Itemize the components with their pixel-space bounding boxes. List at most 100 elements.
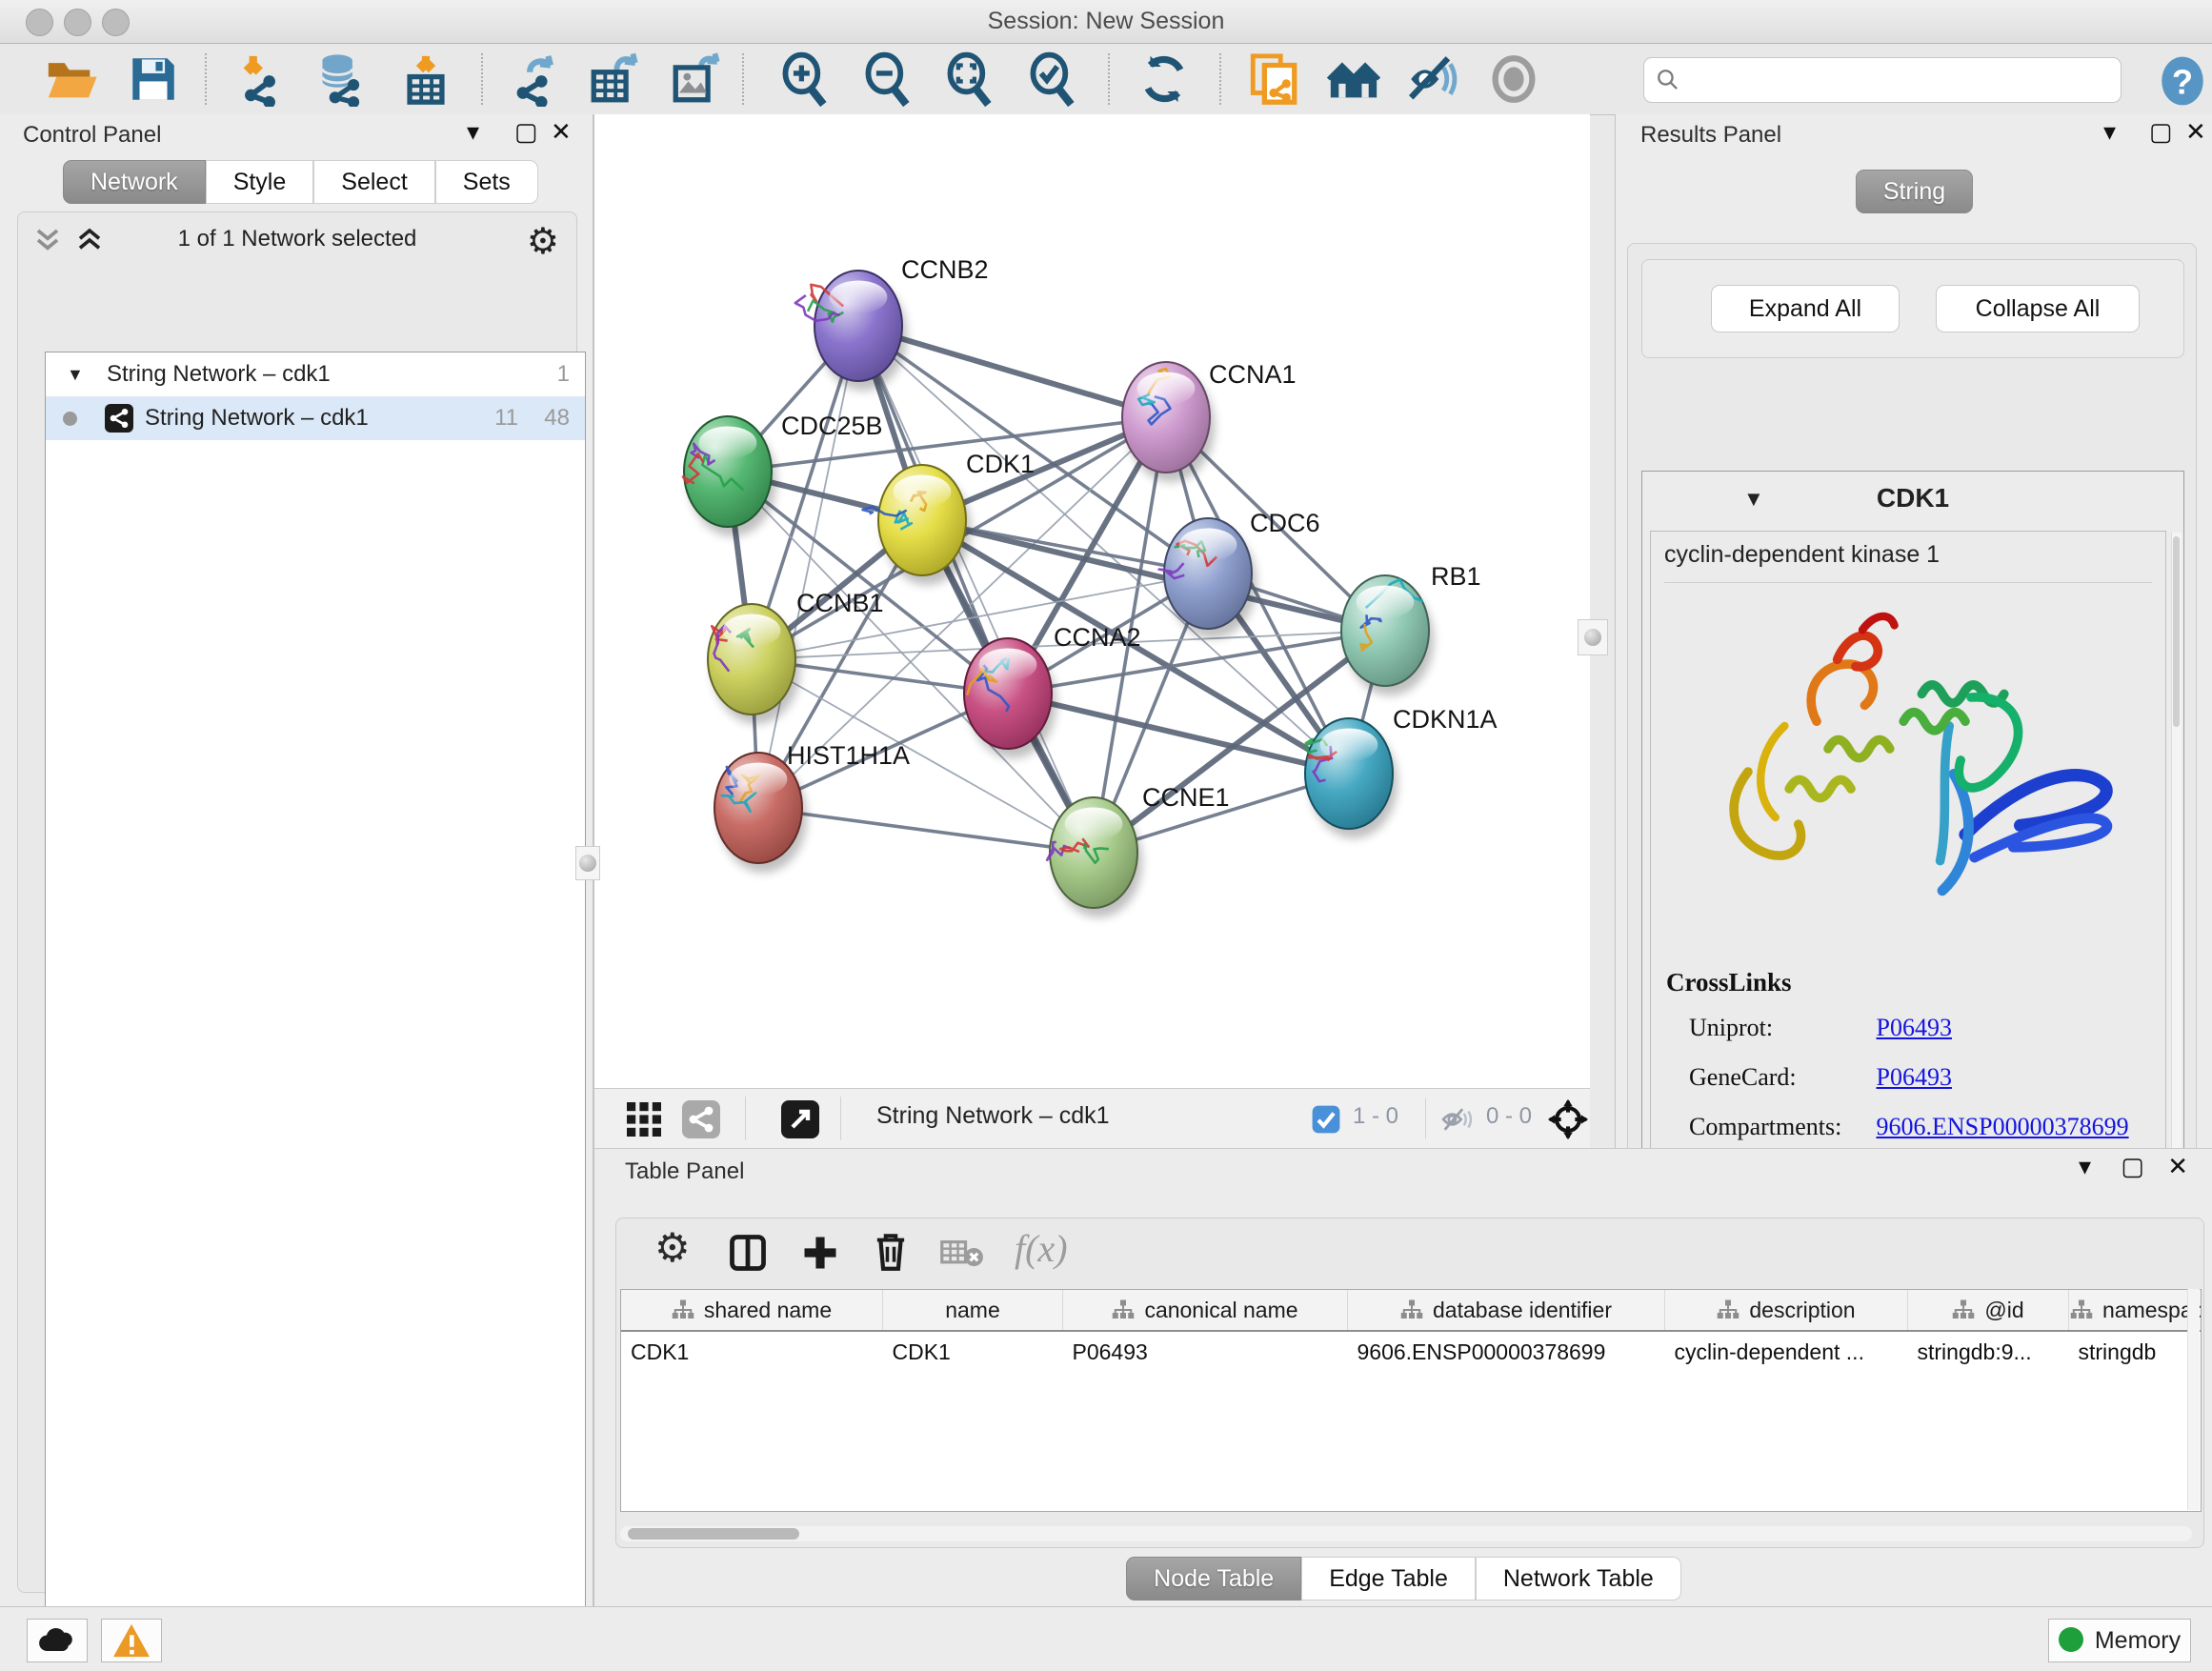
open-session-icon[interactable] [44, 51, 99, 107]
hidden-eye-icon[interactable] [1440, 1104, 1473, 1135]
tab-edge-table[interactable]: Edge Table [1301, 1557, 1476, 1601]
selected-checkbox-icon[interactable] [1311, 1104, 1341, 1135]
import-network-file-icon[interactable] [232, 51, 288, 107]
network-graph[interactable]: CCNB2CCNA1CDC25BCDK1CDC6RB1CCNB1CCNA2CDK… [594, 114, 1590, 1088]
table-cell[interactable]: CDK1 [883, 1331, 1063, 1372]
string-home-icon[interactable] [1326, 51, 1381, 107]
results-panel-float-icon[interactable]: ▾ [2103, 114, 2116, 149]
export-network-icon[interactable] [507, 51, 562, 107]
tab-network[interactable]: Network [63, 160, 206, 204]
network-row-selected[interactable]: String Network – cdk1 11 48 [46, 396, 585, 440]
column-header-description[interactable]: description [1665, 1290, 1908, 1331]
zoom-selected-icon[interactable] [1025, 51, 1080, 107]
warning-icon [111, 1622, 151, 1659]
table-panel-maximize-icon[interactable]: ▢ [2121, 1149, 2144, 1183]
memory-button[interactable]: Memory [2048, 1619, 2191, 1662]
network-canvas[interactable]: CCNB2CCNA1CDC25BCDK1CDC6RB1CCNB1CCNA2CDK… [593, 114, 1590, 1088]
cloud-status-button[interactable] [27, 1619, 88, 1662]
network-node-CDKN1A[interactable] [1305, 718, 1398, 838]
results-scrollbar[interactable] [2171, 533, 2182, 1228]
cloud-icon [35, 1625, 77, 1656]
zoom-fit-icon[interactable] [942, 51, 997, 107]
import-network-database-icon[interactable] [314, 51, 370, 107]
crosslink-uniprot[interactable]: P06493 [1877, 1014, 1952, 1041]
node-table[interactable]: shared namenamecanonical namedatabase id… [621, 1290, 2202, 1372]
table-panel-close-icon[interactable]: ✕ [2167, 1149, 2188, 1183]
expand-collapse-bar: Expand All Collapse All [1641, 259, 2184, 358]
table-gear-icon[interactable]: ⚙ [654, 1224, 691, 1271]
network-list-gear-icon[interactable]: ⚙ [527, 220, 559, 263]
table-row[interactable]: CDK1CDK1P064939606.ENSP00000378699cyclin… [621, 1331, 2202, 1372]
results-panel-close-icon[interactable]: ✕ [2185, 114, 2206, 149]
column-header-canonical-name[interactable]: canonical name [1063, 1290, 1348, 1331]
column-header-shared-name[interactable]: shared name [621, 1290, 883, 1331]
show-columns-icon[interactable] [727, 1232, 769, 1274]
results-panel-maximize-icon[interactable]: ▢ [2149, 114, 2173, 149]
tab-network-table[interactable]: Network Table [1476, 1557, 1681, 1601]
delete-table-icon[interactable] [940, 1238, 984, 1270]
export-image-icon[interactable] [669, 51, 724, 107]
table-cell[interactable]: stringdb [2069, 1331, 2202, 1372]
zoom-in-icon[interactable] [777, 51, 833, 107]
network-node-HIST1H1A[interactable] [714, 753, 807, 873]
search-input[interactable] [1688, 62, 2111, 98]
crosslink-genecard[interactable]: P06493 [1877, 1063, 1952, 1091]
table-cell[interactable]: P06493 [1063, 1331, 1348, 1372]
crosslink-compartments[interactable]: 9606.ENSP00000378699 [1877, 1113, 2129, 1140]
table-cell[interactable]: CDK1 [621, 1331, 883, 1372]
network-node-CCNE1[interactable] [1047, 797, 1142, 917]
network-node-CCNB1[interactable] [708, 604, 800, 724]
network-node-RB1[interactable] [1341, 575, 1434, 695]
control-panel-close-icon[interactable]: ✕ [551, 114, 572, 149]
tab-string-results[interactable]: String [1856, 170, 1973, 213]
refresh-icon[interactable] [1136, 51, 1192, 107]
export-table-icon[interactable] [587, 51, 642, 107]
zoom-out-icon[interactable] [860, 51, 915, 107]
network-edge-HIST1H1A-CCNE1[interactable] [758, 808, 1094, 853]
string-panel-icon[interactable] [682, 1100, 720, 1138]
network-collection-row[interactable]: ▼ String Network – cdk1 1 [46, 352, 585, 396]
control-panel-float-icon[interactable]: ▾ [467, 114, 479, 149]
collapse-all-button[interactable]: Collapse All [1936, 285, 2140, 332]
column-header-namespace[interactable]: namespace [2069, 1290, 2202, 1331]
network-node-CCNA2[interactable] [964, 638, 1056, 758]
tab-sets[interactable]: Sets [435, 160, 538, 204]
collection-expand-arrow-icon[interactable]: ▼ [67, 352, 84, 396]
clone-network-icon[interactable] [1246, 51, 1301, 107]
add-column-icon[interactable] [799, 1232, 841, 1274]
delete-column-icon[interactable] [870, 1230, 912, 1274]
import-table-file-icon[interactable] [398, 51, 453, 107]
control-panel-maximize-icon[interactable]: ▢ [514, 114, 538, 149]
function-builder-icon[interactable]: f(x) [1015, 1226, 1068, 1271]
help-icon[interactable]: ? [2155, 53, 2210, 109]
table-horizontal-scrollbar[interactable] [620, 1526, 2192, 1541]
network-edge-CCNB2-CCNE1[interactable] [858, 326, 1094, 853]
warnings-button[interactable] [101, 1619, 162, 1662]
column-header--id[interactable]: @id [1908, 1290, 2069, 1331]
left-splitter-handle[interactable] [575, 846, 600, 880]
table-cell[interactable]: 9606.ENSP00000378699 [1348, 1331, 1665, 1372]
fit-selected-crosshair-icon[interactable] [1547, 1098, 1589, 1140]
network-node-CDC6[interactable] [1159, 518, 1257, 638]
eye-icon[interactable] [1486, 51, 1541, 107]
tab-node-table[interactable]: Node Table [1126, 1557, 1301, 1601]
tab-select[interactable]: Select [313, 160, 434, 204]
column-header-database-identifier[interactable]: database identifier [1348, 1290, 1665, 1331]
network-edge-CCNB2-HIST1H1A[interactable] [758, 326, 858, 808]
column-header-name[interactable]: name [883, 1290, 1063, 1331]
table-cell[interactable]: cyclin-dependent ... [1665, 1331, 1908, 1372]
network-node-CDK1[interactable] [863, 465, 971, 585]
table-panel-float-icon[interactable]: ▾ [2079, 1149, 2091, 1183]
table-vertical-scrollbar[interactable] [2187, 1289, 2200, 1510]
table-cell[interactable]: stringdb:9... [1908, 1331, 2069, 1372]
network-node-CCNB2[interactable] [795, 271, 907, 391]
birdseye-grid-icon[interactable] [625, 1100, 663, 1138]
search-field[interactable] [1643, 57, 2122, 103]
control-panel-tabs: NetworkStyleSelectSets [63, 160, 538, 204]
right-splitter-handle[interactable] [1578, 619, 1608, 655]
tab-style[interactable]: Style [206, 160, 314, 204]
open-in-window-icon[interactable] [781, 1100, 819, 1138]
save-session-icon[interactable] [126, 51, 181, 107]
expand-all-button[interactable]: Expand All [1711, 285, 1900, 332]
show-graphics-details-icon[interactable] [1404, 51, 1459, 107]
